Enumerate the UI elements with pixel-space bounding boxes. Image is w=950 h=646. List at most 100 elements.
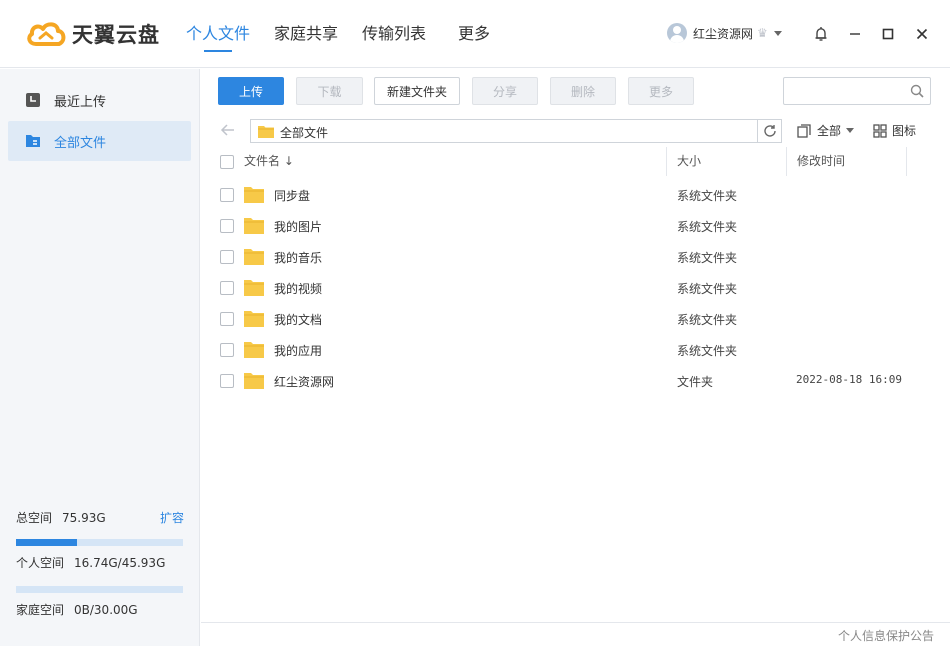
avatar [667,23,687,43]
filter-label: 全部 [817,124,842,138]
sidebar-item-label: 最近上传 [54,94,107,110]
column-header-name[interactable]: 文件名 ↓ [244,147,294,176]
app-logo: 天翼云盘 [26,18,160,50]
download-button[interactable]: 下载 [296,77,363,105]
file-name: 我的应用 [274,344,323,358]
file-type-filter[interactable]: 全部 [797,122,855,139]
table-row[interactable]: 我的文档 系统文件夹 [214,304,934,335]
copy-icon [797,123,811,138]
file-size: 系统文件夹 [677,189,738,203]
personal-space: 个人空间 16.74G/45.93G [16,554,184,571]
new-folder-button[interactable]: 新建文件夹 [374,77,460,105]
row-checkbox[interactable] [220,343,234,357]
breadcrumb[interactable]: 全部文件 [280,124,328,141]
family-space: 家庭空间 0B/30.00G [16,601,184,618]
expand-storage-link[interactable]: 扩容 [160,509,184,526]
app-name: 天翼云盘 [72,23,160,47]
table-row[interactable]: 我的应用 系统文件夹 [214,335,934,366]
column-header-modified[interactable]: 修改时间 [797,147,845,176]
table-row[interactable]: 我的视频 系统文件夹 [214,273,934,304]
tab-personal-files[interactable]: 个人文件 [186,0,250,68]
minimize-button[interactable] [843,22,867,46]
row-checkbox[interactable] [220,188,234,202]
column-divider[interactable] [906,147,907,176]
total-space-value: 75.93G [62,511,106,525]
select-all-checkbox[interactable] [220,155,234,169]
folder-icon [244,187,264,203]
file-size: 系统文件夹 [677,282,738,296]
grid-icon [873,123,887,138]
column-divider[interactable] [786,147,787,176]
row-checkbox[interactable] [220,219,234,233]
row-checkbox[interactable] [220,312,234,326]
folder-icon [244,249,264,265]
bell-icon [815,27,827,41]
column-divider[interactable] [666,147,667,176]
view-mode-toggle[interactable]: 图标 [873,122,916,139]
personal-space-label: 个人空间 [16,556,65,570]
sidebar-item-recent-uploads[interactable]: 最近上传 [8,80,191,120]
file-size: 系统文件夹 [677,313,738,327]
footer-divider [201,622,950,623]
file-name: 我的视频 [274,282,323,296]
table-row[interactable]: 同步盘 系统文件夹 [214,180,934,211]
folder-icon [258,126,274,138]
upload-button[interactable]: 上传 [218,77,284,105]
table-row[interactable]: 我的图片 系统文件夹 [214,211,934,242]
sidebar-item-label: 全部文件 [54,135,107,151]
file-name: 我的文档 [274,313,323,327]
search-icon[interactable] [910,84,924,98]
chevron-down-icon [846,128,855,133]
tab-family-share[interactable]: 家庭共享 [274,0,338,68]
tab-transfer-list[interactable]: 传输列表 [362,0,426,68]
table-row[interactable]: 红尘资源网 文件夹 2022-08-18 16:09 [214,366,934,397]
file-size: 系统文件夹 [677,344,738,358]
privacy-notice-link[interactable]: 个人信息保护公告 [838,627,934,644]
family-space-label: 家庭空间 [16,603,65,617]
folder-icon [244,342,264,358]
search-input[interactable] [784,78,904,104]
row-checkbox[interactable] [220,281,234,295]
file-name: 我的音乐 [274,251,323,265]
file-list-icon [26,135,40,147]
close-button[interactable] [910,22,934,46]
row-checkbox[interactable] [220,374,234,388]
refresh-button[interactable] [757,120,781,142]
cloud-logo-icon [27,22,66,46]
more-button[interactable]: 更多 [628,77,694,105]
user-menu[interactable]: 红尘资源网 ♛ [667,22,782,44]
maximize-button[interactable] [876,22,900,46]
close-icon [916,28,928,40]
table-header: 文件名 ↓ 大小 修改时间 [214,147,934,176]
row-checkbox[interactable] [220,250,234,264]
file-name: 同步盘 [274,189,311,203]
folder-icon [244,280,264,296]
file-name: 红尘资源网 [274,375,335,389]
share-button[interactable]: 分享 [472,77,538,105]
file-modified: 2022-08-18 16:09 [796,373,902,386]
folder-icon [244,311,264,327]
clock-icon [26,93,40,107]
personal-space-bar-fill [16,539,77,546]
notification-button[interactable] [809,22,833,46]
sidebar-item-all-files[interactable]: 全部文件 [8,121,191,161]
file-size: 系统文件夹 [677,220,738,234]
back-arrow-icon[interactable] [220,122,236,138]
tab-more[interactable]: 更多 [458,0,490,68]
table-row[interactable]: 我的音乐 系统文件夹 [214,242,934,273]
title-bar: 天翼云盘 个人文件 家庭共享 传输列表 更多 红尘资源网 ♛ [0,0,950,68]
column-header-size[interactable]: 大小 [677,147,701,176]
minimize-icon [850,33,860,35]
file-size: 文件夹 [677,375,714,389]
vip-crown-icon: ♛ [757,26,768,40]
file-name: 我的图片 [274,220,323,234]
family-space-value: 0B/30.00G [74,603,138,617]
delete-button[interactable]: 删除 [550,77,616,105]
maximize-icon [882,28,894,40]
personal-space-value: 16.74G/45.93G [74,556,166,570]
user-name: 红尘资源网 [693,26,754,41]
folder-icon [244,373,264,389]
chevron-down-icon [773,30,782,36]
folder-icon [244,218,264,234]
total-space: 总空间 75.93G 扩容 [16,509,184,526]
